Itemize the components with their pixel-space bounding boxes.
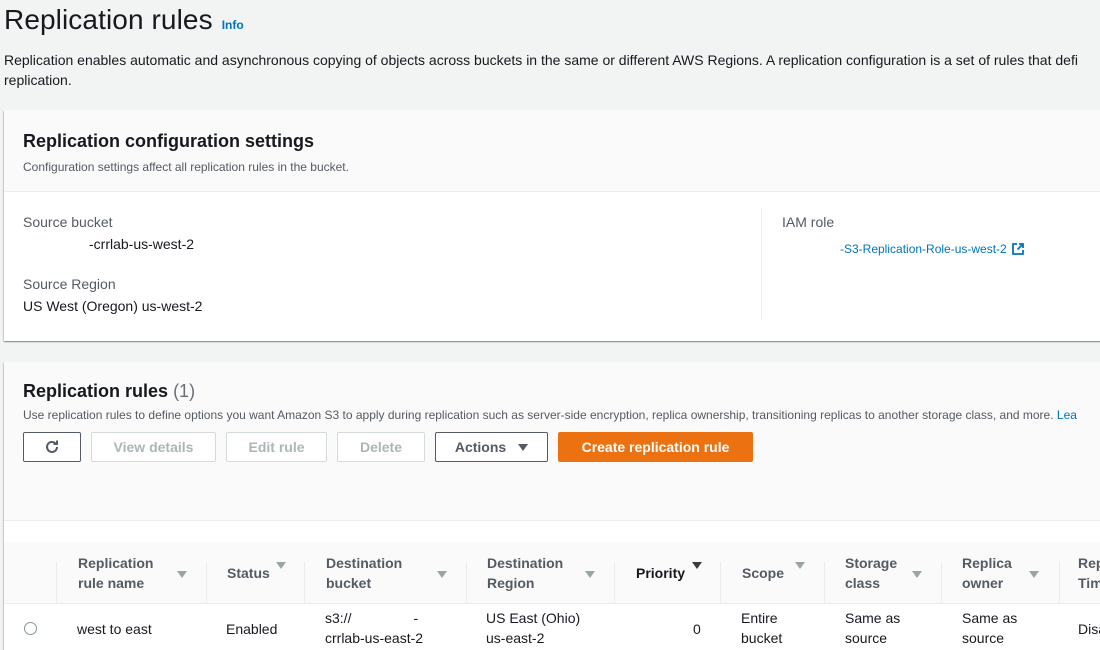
- table-row[interactable]: west to east Enabled s3://- crrlab-us-eas…: [4, 604, 1100, 650]
- sort-icon[interactable]: [912, 571, 922, 578]
- rule-scope: Entire bucket: [741, 610, 783, 646]
- col-scope[interactable]: Scope: [742, 542, 784, 604]
- rule-name-link[interactable]: west to east: [77, 619, 152, 639]
- col-replication-time[interactable]: RepTim: [1078, 542, 1100, 604]
- info-link[interactable]: Info: [222, 18, 244, 32]
- rules-toolbar: View details Edit rule Delete Actions Cr…: [23, 432, 1095, 462]
- rules-card-header: Replication rules (1) Use replication ru…: [4, 362, 1100, 521]
- rule-priority: 0: [693, 621, 701, 637]
- iam-role-label: IAM role: [782, 214, 835, 230]
- rules-count: (1): [173, 381, 196, 401]
- source-region-value: US West (Oregon) us-west-2: [23, 298, 203, 314]
- col-destination-bucket[interactable]: Destination bucket: [326, 542, 402, 604]
- rule-status: Enabled: [226, 621, 278, 637]
- sort-icon[interactable]: [585, 571, 595, 578]
- config-title: Replication configuration settings: [23, 131, 315, 151]
- page-description: Replication enables automatic and asynch…: [4, 50, 1100, 90]
- sort-icon[interactable]: [437, 571, 447, 578]
- rules-description: Use replication rules to define options …: [23, 408, 1077, 422]
- delete-button[interactable]: Delete: [337, 432, 425, 462]
- sort-icon[interactable]: [177, 571, 187, 578]
- rules-title: Replication rules (1): [23, 381, 196, 401]
- page-header: Replication rules Info: [4, 4, 244, 36]
- column-divider: [761, 208, 762, 320]
- col-replica-owner[interactable]: Replica owner: [962, 542, 1012, 604]
- col-rule-name[interactable]: Replication rule name: [78, 542, 153, 604]
- page-description-line-2: replication.: [4, 72, 72, 88]
- view-details-button[interactable]: View details: [91, 432, 216, 462]
- sort-icon[interactable]: [1029, 571, 1039, 578]
- config-left-column: Source bucket -crrlab-us-west-2 Source R…: [23, 212, 202, 316]
- sort-descending-icon[interactable]: [692, 562, 702, 569]
- sort-icon[interactable]: [276, 562, 286, 569]
- source-region-label: Source Region: [23, 276, 116, 292]
- destination-region: US East (Ohio) us-east-2: [486, 610, 581, 646]
- iam-role-link[interactable]: -S3-Replication-Role-us-west-2: [782, 239, 1025, 259]
- col-priority[interactable]: Priority: [636, 542, 685, 604]
- replication-rules-card: Replication rules (1) Use replication ru…: [4, 362, 1100, 650]
- config-right-column: IAM role -S3-Replication-Role-us-west-2: [782, 212, 1025, 259]
- caret-down-icon: [518, 443, 529, 451]
- rule-replication-time: Disa: [1078, 621, 1100, 637]
- refresh-icon: [46, 440, 58, 453]
- page-description-line-1: Replication enables automatic and asynch…: [4, 52, 1078, 68]
- source-bucket-value: -crrlab-us-west-2: [89, 236, 195, 252]
- source-bucket-label: Source bucket: [23, 214, 113, 230]
- col-destination-region[interactable]: Destination Region: [487, 542, 563, 604]
- refresh-button[interactable]: [23, 432, 81, 462]
- config-card-header: Replication configuration settings Confi…: [4, 110, 1100, 192]
- destination-bucket-link[interactable]: s3://- crrlab-us-east-2: [325, 608, 423, 648]
- actions-dropdown[interactable]: Actions: [435, 432, 548, 462]
- col-storage-class[interactable]: Storage class: [845, 542, 897, 604]
- page-title: Replication rules: [4, 4, 213, 35]
- replication-config-card: Replication configuration settings Confi…: [4, 110, 1100, 341]
- learn-more-link[interactable]: Lea: [1057, 408, 1077, 422]
- rule-storage-class: Same as source: [845, 610, 901, 646]
- edit-rule-button[interactable]: Edit rule: [226, 432, 327, 462]
- col-status[interactable]: Status: [227, 542, 270, 604]
- row-select-radio[interactable]: [24, 622, 37, 635]
- config-subtitle: Configuration settings affect all replic…: [23, 160, 349, 174]
- rules-table-header: Replication rule name Status Destination b…: [4, 542, 1100, 606]
- rule-replica-owner: Same as source: [962, 610, 1018, 646]
- external-link-icon: [1011, 243, 1024, 255]
- create-replication-rule-button[interactable]: Create replication rule: [558, 432, 753, 462]
- sort-icon[interactable]: [795, 562, 805, 569]
